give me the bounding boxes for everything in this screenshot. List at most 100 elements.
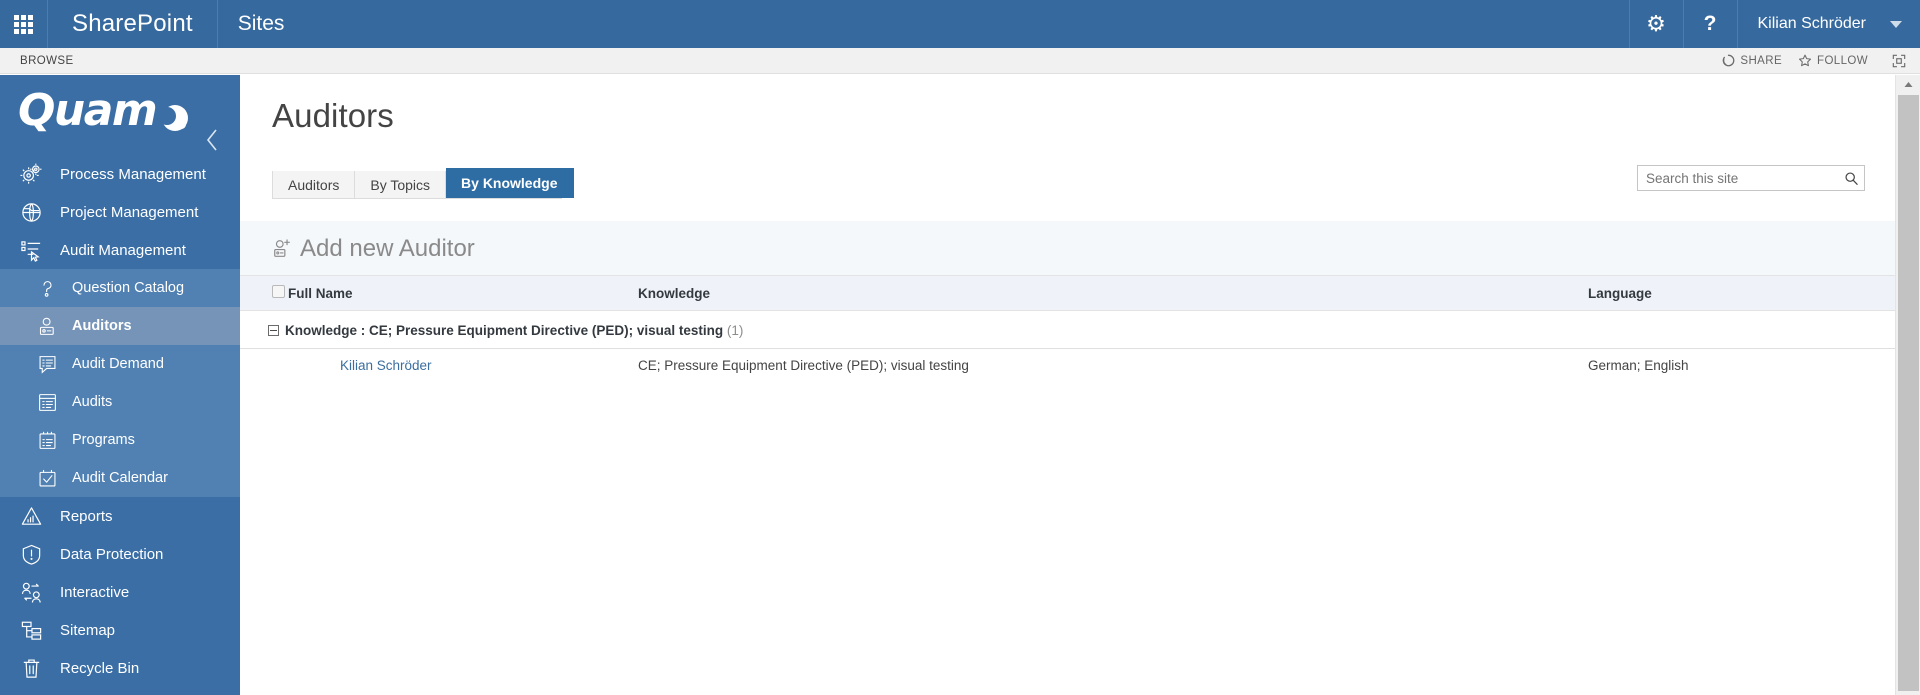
trash-icon [16,653,46,683]
sidebar-item-auditors[interactable]: Auditors [0,307,240,345]
globe-folder-icon [21,202,41,222]
gear-icon: ⚙ [1646,11,1666,36]
table-body: Knowledge : CE; Pressure Equipment Direc… [240,310,1905,382]
sidebar-item-label: Audit Demand [72,356,164,372]
sharepoint-brand-link[interactable]: SharePoint [48,0,218,48]
main-content: Auditors AuditorsBy TopicsBy Knowledge A… [240,75,1905,695]
quam-logo[interactable]: Quam [0,75,240,155]
clipboard-list-icon [39,431,55,449]
sites-link[interactable]: Sites [218,0,305,48]
cell-language: German; English [1588,348,1905,382]
sidebar-item-process-management[interactable]: Process Management [0,155,240,193]
table-header-row: Full Name Knowledge Language [240,275,1905,311]
follow-button[interactable]: FOLLOW [1798,54,1868,68]
sidebar-item-label: Recycle Bin [60,659,140,677]
scrollbar-thumb[interactable] [1898,95,1919,691]
app-launcher-icon [14,14,33,34]
auditor-link[interactable]: Kilian Schröder [340,358,432,373]
two-people-exchange-icon [16,577,46,607]
list-document-icon [38,393,56,411]
tab-by-knowledge[interactable]: By Knowledge [446,168,574,198]
scroll-up-button[interactable] [1896,75,1920,93]
sidebar-item-label: Audit Management [60,241,186,259]
ribbon-bar: BROWSE SHARE FOLLOW [0,48,1920,74]
list-cursor-icon [20,240,40,262]
share-icon [1723,54,1735,67]
share-button[interactable]: SHARE [1722,54,1782,67]
page-scrollbar[interactable] [1895,75,1920,695]
sidebar-item-label: Audits [72,394,113,410]
search-input[interactable] [1638,166,1838,190]
question-mark-icon [34,275,60,301]
globe-folder-icon [16,197,46,227]
user-name-label: Kilian Schröder [1757,15,1867,32]
add-new-auditor-link[interactable]: Add new Auditor [240,221,1905,275]
sidebar-item-recycle-bin[interactable]: Recycle Bin [0,649,240,687]
search-button[interactable] [1838,166,1864,190]
trash-icon [23,658,39,678]
clipboard-list-icon [34,427,60,453]
sidebar-item-label: Interactive [60,583,130,601]
group-field-label: Knowledge [285,323,358,338]
list-speech-icon [34,351,60,377]
sidebar-item-programs[interactable]: Programs [0,421,240,459]
sidebar-item-interactive[interactable]: Interactive [0,573,240,611]
add-new-auditor-label: Add new Auditor [300,235,475,262]
sidebar-item-audit-management[interactable]: Audit Management [0,231,240,269]
chevron-down-icon [1890,20,1902,28]
sidebar-item-label: Programs [72,432,135,448]
sidebar-item-label: Auditors [72,318,132,334]
sidebar-item-label: Project Management [60,203,199,221]
list-document-icon [34,389,60,415]
sidebar-item-sitemap[interactable]: Sitemap [0,611,240,649]
sidebar-item-label: Audit Calendar [72,470,168,486]
follow-label: FOLLOW [1817,54,1868,67]
site-search[interactable] [1637,165,1865,191]
collapse-nav-button[interactable] [202,127,222,153]
two-people-exchange-icon [21,582,41,603]
share-label: SHARE [1740,54,1783,67]
chevron-left-icon [206,129,217,151]
sidebar-item-question-catalog[interactable]: Question Catalog [0,269,240,307]
list-container: Add new Auditor Full Name Knowledge Lang… [240,221,1905,382]
column-header-full-name[interactable]: Full Name [288,275,638,311]
sidebar-item-audits[interactable]: Audits [0,383,240,421]
focus-on-content-button[interactable] [1884,54,1906,68]
sitemap-icon [21,621,41,640]
sidebar-item-data-protection[interactable]: Data Protection [0,535,240,573]
group-value: CE; Pressure Equipment Directive (PED); … [369,323,724,338]
help-icon: ? [1703,12,1717,35]
column-header-knowledge[interactable]: Knowledge [638,275,1588,311]
help-button[interactable]: ? [1682,0,1737,48]
quam-logo-mark [158,105,189,131]
select-all-checkbox[interactable] [272,285,285,298]
sidebar-item-reports[interactable]: Reports [0,497,240,535]
sidebar-item-label: Reports [60,507,113,525]
table-row[interactable]: Kilian Schröder CE; Pressure Equipment Di… [240,348,1905,382]
group-header-cell: Knowledge : CE; Pressure Equipment Direc… [240,310,1905,349]
user-menu[interactable]: Kilian Schröder [1736,0,1920,48]
settings-button[interactable]: ⚙ [1628,0,1683,48]
suite-bar-right: ⚙ ? Kilian Schröder [1628,0,1920,48]
ribbon-actions: SHARE FOLLOW [1722,54,1920,68]
person-badge-icon [34,313,60,339]
calendar-check-icon [39,469,55,486]
group-separator: : [357,323,370,338]
sidebar-item-label: Question Catalog [72,280,185,296]
sidebar-item-audit-demand[interactable]: Audit Demand [0,345,240,383]
tab-auditors[interactable]: Auditors [272,171,356,198]
nav-list: Process Management Project Management Audi… [0,155,240,687]
group-collapse-toggle[interactable] [268,325,279,336]
tab-browse[interactable]: BROWSE [0,55,88,67]
sidebar-item-project-management[interactable]: Project Management [0,193,240,231]
sidebar-item-label: Data Protection [60,545,164,563]
tab-by-topics[interactable]: By Topics [355,171,447,198]
app-launcher-button[interactable] [0,0,48,48]
sitemap-icon [16,615,46,645]
sidebar-item-audit-calendar[interactable]: Audit Calendar [0,459,240,497]
list-cursor-icon [16,235,46,265]
table-header: Full Name Knowledge Language [240,275,1905,311]
column-header-language[interactable]: Language [1588,275,1905,311]
row-select-cell[interactable] [240,348,288,382]
page-title: Auditors [272,97,394,134]
